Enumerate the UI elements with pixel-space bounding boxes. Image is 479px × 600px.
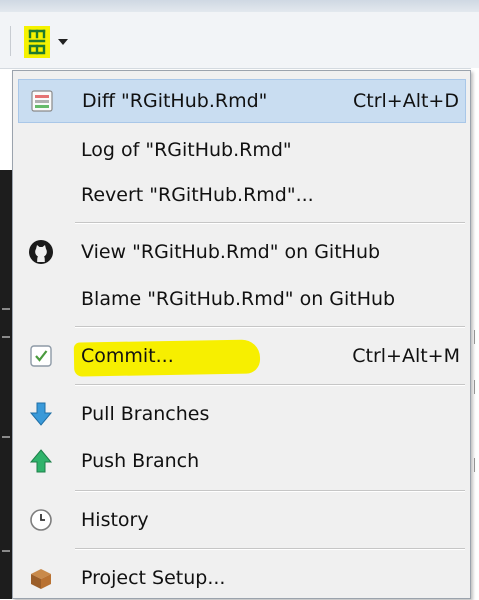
menu-item-label: Pull Branches [81, 403, 210, 425]
push-arrow-icon [28, 448, 54, 474]
menu-item-label: Project Setup... [81, 567, 226, 589]
menu-item-log[interactable]: Log of "RGitHub.Rmd" [18, 128, 466, 172]
menu-item-shortcut: Ctrl+Alt+M [352, 345, 460, 367]
menu-item-blame-on-github[interactable]: Blame "RGitHub.Rmd" on GitHub [18, 277, 466, 321]
menu-divider [75, 222, 465, 224]
window-top-strip [0, 0, 479, 12]
menu-item-label: Log of "RGitHub.Rmd" [81, 139, 292, 161]
editor-mark [474, 458, 479, 472]
menu-item-push-branch[interactable]: Push Branch [18, 439, 466, 483]
editor-mark [2, 550, 10, 552]
git-dropdown-menu: Diff "RGitHub.Rmd" Ctrl+Alt+D Log of "RG… [12, 70, 471, 599]
editor-background-left [0, 170, 12, 599]
pull-arrow-icon [28, 401, 54, 427]
menu-item-shortcut: Ctrl+Alt+D [352, 90, 459, 112]
menu-item-pull-branches[interactable]: Pull Branches [18, 392, 466, 436]
menu-divider [75, 490, 465, 492]
menu-item-label: View "RGitHub.Rmd" on GitHub [81, 241, 381, 263]
chevron-down-icon[interactable] [58, 39, 68, 45]
toolbar-separator [10, 26, 11, 56]
git-icon [24, 26, 50, 58]
clock-icon [28, 507, 54, 533]
toolbar [0, 12, 479, 69]
menu-item-label: History [81, 509, 149, 531]
menu-divider [75, 326, 465, 328]
editor-mark [474, 380, 479, 394]
menu-item-history[interactable]: History [18, 498, 466, 542]
menu-item-commit[interactable]: Commit... Ctrl+Alt+M [18, 334, 466, 378]
commit-checkbox-icon [28, 343, 54, 369]
menu-item-view-on-github[interactable]: View "RGitHub.Rmd" on GitHub [18, 230, 466, 274]
menu-item-revert[interactable]: Revert "RGitHub.Rmd"... [18, 173, 466, 217]
menu-item-label: Commit... [81, 345, 174, 367]
menu-item-diff[interactable]: Diff "RGitHub.Rmd" Ctrl+Alt+D [18, 79, 466, 123]
menu-item-project-setup[interactable]: Project Setup... [18, 556, 466, 600]
menu-item-label: Revert "RGitHub.Rmd"... [81, 184, 314, 206]
editor-mark [2, 336, 10, 338]
github-icon [28, 239, 54, 265]
menu-item-label: Blame "RGitHub.Rmd" on GitHub [81, 288, 396, 310]
editor-background-right [471, 68, 479, 599]
menu-divider [75, 548, 465, 550]
editor-mark [2, 308, 10, 310]
editor-mark [2, 436, 10, 438]
menu-item-label: Push Branch [81, 450, 200, 472]
menu-item-label: Diff "RGitHub.Rmd" [82, 90, 268, 112]
menu-divider [75, 384, 465, 386]
git-menu-button[interactable] [16, 24, 86, 60]
diff-icon [29, 88, 55, 114]
editor-mark [474, 330, 479, 344]
box-icon [28, 565, 54, 591]
